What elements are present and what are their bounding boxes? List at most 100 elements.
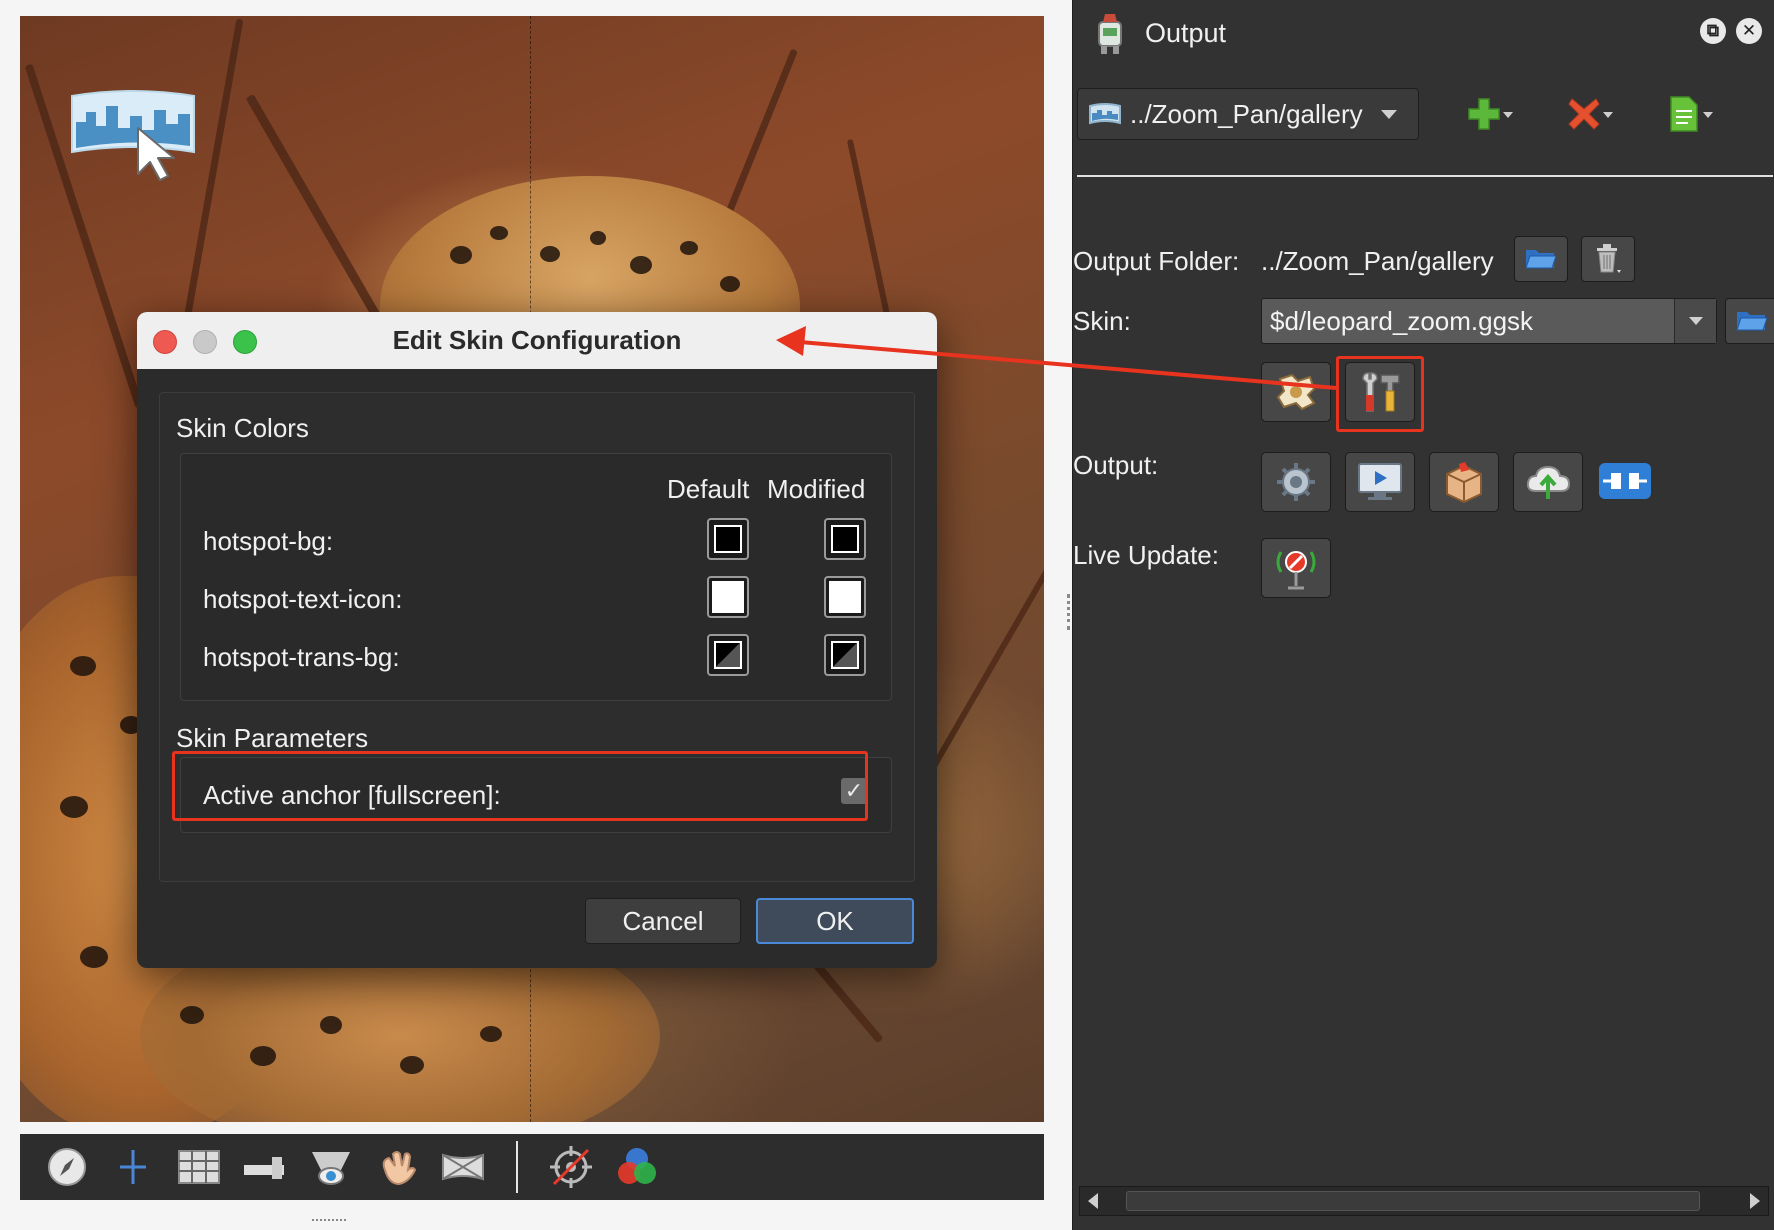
leopard-spot (680, 241, 698, 255)
skin-value: $d/leopard_zoom.ggsk (1270, 305, 1534, 336)
highlight-edit-skin-configuration (1336, 356, 1424, 432)
toolbar-separator (516, 1141, 518, 1193)
leopard-spot (250, 1046, 276, 1066)
dialog-title: Edit Skin Configuration (392, 325, 682, 355)
open-skin-button[interactable] (1725, 298, 1774, 344)
output-folder-label: Output Folder: (1073, 246, 1240, 276)
skin-editor-button[interactable] (1261, 362, 1331, 422)
horizontal-scrollbar[interactable] (1079, 1186, 1769, 1216)
cancel-button[interactable]: Cancel (585, 898, 741, 944)
restore-window-icon[interactable]: ⧉ (1700, 18, 1726, 44)
eye-view-icon[interactable] (298, 1138, 364, 1196)
output-preset-select[interactable]: ../Zoom_Pan/gallery (1077, 88, 1419, 140)
color-channels-icon[interactable] (604, 1138, 670, 1196)
add-output-button[interactable] (1449, 88, 1519, 140)
skin-parameters-title: Skin Parameters (176, 723, 369, 753)
skin-puzzle-icon (1276, 373, 1316, 411)
upload-output-button[interactable] (1513, 452, 1583, 512)
splitter-handle[interactable] (1067, 594, 1071, 630)
plus-icon (1468, 98, 1500, 130)
crosshair-add-icon[interactable] (100, 1138, 166, 1196)
leopard-spot (590, 231, 606, 245)
remove-output-button[interactable] (1549, 88, 1619, 140)
panel-title: Output (1145, 17, 1227, 48)
hotspot-bg-default-swatch (707, 518, 749, 560)
delete-folder-button[interactable] (1581, 236, 1635, 282)
output-panel: Output ⧉ ✕ ../Zoom_Pan/gallery Output Fo… (1067, 0, 1774, 1230)
panel-header: Output ⧉ ✕ (1073, 0, 1774, 66)
scrollbar-thumb[interactable] (1126, 1191, 1700, 1211)
close-panel-icon[interactable]: ✕ (1736, 18, 1762, 44)
dialog-titlebar[interactable]: Edit Skin Configuration (137, 312, 937, 369)
ok-button[interactable]: OK (756, 898, 914, 944)
projection-icon[interactable] (430, 1138, 496, 1196)
panorama-preset-icon (1089, 103, 1121, 125)
leopard-spot (400, 1056, 424, 1074)
output-label: Output: (1073, 450, 1159, 480)
edit-skin-configuration-dialog: Edit Skin Configuration Skin Colors Defa… (137, 312, 937, 968)
skin-colors-group: Default Modified hotspot-bg: hotspot-tex… (180, 453, 892, 701)
scroll-right-icon[interactable] (1750, 1193, 1760, 1209)
trash-icon (1597, 244, 1621, 273)
plugin-connector-icon (1599, 463, 1651, 499)
highlight-active-anchor (172, 751, 868, 821)
minimize-window-button[interactable] (193, 330, 217, 354)
dialog-body: Skin Colors Default Modified hotspot-bg:… (159, 392, 915, 882)
open-folder-button[interactable] (1514, 236, 1568, 282)
plugin-output-button[interactable] (1597, 458, 1653, 504)
hotspot-trans-bg-label: hotspot-trans-bg: (203, 642, 400, 672)
document-output-button[interactable] (1649, 88, 1719, 140)
hand-pan-icon[interactable] (364, 1138, 430, 1196)
hotspot-text-icon-default-swatch (707, 576, 749, 618)
chevron-down-icon (1674, 299, 1716, 343)
leopard-spot (60, 796, 88, 818)
gear-icon (1277, 463, 1315, 501)
skin-label: Skin: (1073, 306, 1131, 336)
document-icon (1670, 96, 1698, 132)
hotspot-text-icon-label: hotspot-text-icon: (203, 584, 403, 614)
skin-colors-title: Skin Colors (176, 413, 309, 443)
leopard-spot (80, 946, 108, 968)
live-update-label: Live Update: (1073, 540, 1219, 570)
leopard-spot (720, 276, 740, 292)
cloud-upload-icon (1526, 465, 1571, 499)
panel-divider (1077, 175, 1773, 177)
leopard-spot (70, 656, 96, 676)
package-output-button[interactable] (1429, 452, 1499, 512)
resize-grip[interactable] (312, 1219, 346, 1225)
broadcast-stop-icon (1276, 551, 1316, 590)
hotspot-bg-label: hotspot-bg: (203, 526, 334, 556)
package-icon (1446, 462, 1482, 504)
preset-value: ../Zoom_Pan/gallery (1130, 98, 1363, 129)
close-window-button[interactable] (153, 330, 177, 354)
app-window: Output ⧉ ✕ ../Zoom_Pan/gallery Output Fo… (0, 0, 1774, 1230)
modified-column-header: Modified (767, 474, 866, 504)
grid-icon[interactable] (166, 1138, 232, 1196)
compass-icon[interactable] (34, 1138, 100, 1196)
viewer-toolbar (20, 1134, 1044, 1200)
chevron-down-icon (1380, 109, 1397, 119)
folder-open-icon (1525, 250, 1557, 269)
hotspot-bg-modified-swatch[interactable] (824, 518, 866, 560)
output-settings-button[interactable] (1261, 452, 1331, 512)
zoom-window-button[interactable] (233, 330, 257, 354)
ruler-icon[interactable] (232, 1138, 298, 1196)
folder-open-icon (1736, 312, 1768, 331)
default-column-header: Default (667, 474, 750, 504)
target-disabled-icon[interactable] (538, 1138, 604, 1196)
preview-output-button[interactable] (1345, 452, 1415, 512)
leopard-spot (630, 256, 652, 274)
delete-x-icon (1568, 98, 1600, 130)
panorama-logo-icon[interactable] (68, 82, 198, 182)
live-update-button[interactable] (1261, 538, 1331, 598)
scroll-left-icon[interactable] (1088, 1193, 1098, 1209)
hotspot-trans-bg-default-swatch (707, 634, 749, 676)
skin-select[interactable]: $d/leopard_zoom.ggsk (1261, 298, 1717, 344)
leopard-spot (540, 246, 560, 262)
hotspot-text-icon-modified-swatch[interactable] (824, 576, 866, 618)
output-folder-value: ../Zoom_Pan/gallery (1261, 246, 1494, 276)
leopard-spot (320, 1016, 342, 1034)
leopard-spot (490, 226, 508, 240)
leopard-spot (450, 246, 472, 264)
hotspot-trans-bg-modified-swatch[interactable] (824, 634, 866, 676)
